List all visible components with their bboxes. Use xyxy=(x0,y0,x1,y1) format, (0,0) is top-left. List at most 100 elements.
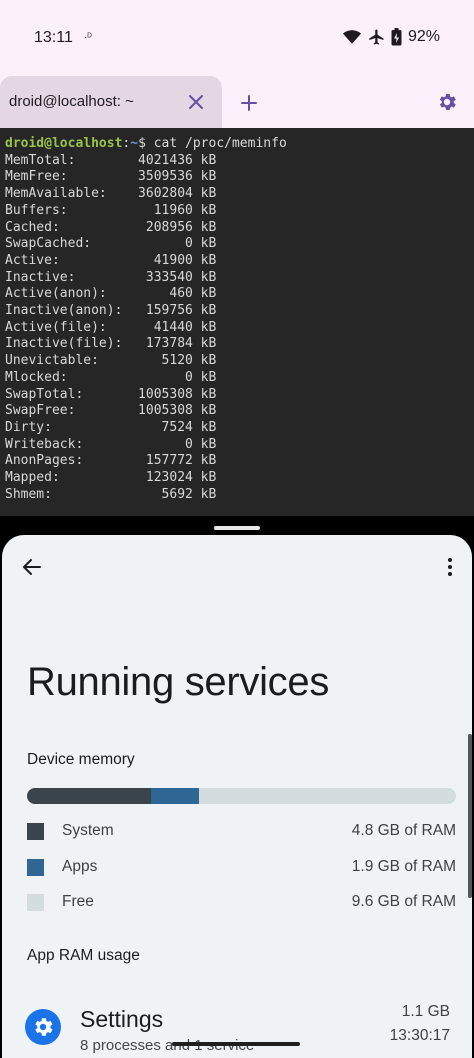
meminfo-key: SwapTotal: xyxy=(5,386,131,402)
legend-label-free: Free xyxy=(62,893,94,910)
terminal-tab-bar: droid@localhost: ~ xyxy=(0,76,474,128)
meminfo-value: 0 kB xyxy=(130,369,217,385)
meminfo-value: 3602804 kB xyxy=(130,186,217,202)
meminfo-value: 173784 kB xyxy=(130,336,217,352)
meminfo-key: Dirty: xyxy=(5,419,131,435)
meminfo-value: 7524 kB xyxy=(130,419,217,435)
meminfo-value: 157772 kB xyxy=(130,453,217,469)
back-arrow-icon[interactable] xyxy=(20,555,44,579)
terminal-line: Mlocked: 0 kB xyxy=(5,370,474,387)
terminal-line: Dirty: 7524 kB xyxy=(5,420,474,437)
terminal-prompt-line: droid@localhost:~$ cat /proc/meminfo xyxy=(5,136,474,153)
page-title: Running services xyxy=(27,660,330,704)
meminfo-key: Inactive(file): xyxy=(5,336,131,352)
legend-swatch-system xyxy=(27,823,44,840)
terminal-app: 13:11 ·ᴰ 92% droid@localhost: ~ droid@lo… xyxy=(0,0,474,523)
meminfo-key: Mapped: xyxy=(5,470,131,486)
gesture-nav-handle[interactable] xyxy=(172,1042,300,1046)
meminfo-key: Active: xyxy=(5,252,131,268)
meminfo-key: MemTotal: xyxy=(5,152,131,168)
meminfo-key: MemAvailable: xyxy=(5,186,131,202)
meminfo-key: MemFree: xyxy=(5,169,131,185)
split-screen-divider xyxy=(0,516,474,536)
terminal-line: Inactive(file): 173784 kB xyxy=(5,336,474,353)
settings-app-icon xyxy=(25,1009,61,1045)
close-icon[interactable] xyxy=(186,92,206,112)
terminal-line: AnonPages: 157772 kB xyxy=(5,453,474,470)
settings-app: Running services Device memory System 4.… xyxy=(2,535,472,1058)
gear-icon[interactable] xyxy=(436,91,458,113)
terminal-line: MemTotal: 4021436 kB xyxy=(5,153,474,170)
terminal-line: Inactive(anon): 159756 kB xyxy=(5,303,474,320)
legend-label-system: System xyxy=(62,822,114,839)
meminfo-value: 333540 kB xyxy=(130,269,217,285)
terminal-lines: MemTotal: 4021436 kB MemFree: 3509536 kB M… xyxy=(5,153,474,504)
terminal-line: Shmem: 5692 kB xyxy=(5,487,474,504)
meminfo-key: Shmem: xyxy=(5,486,131,502)
terminal-tab-label: droid@localhost: ~ xyxy=(9,93,134,110)
meminfo-value: 1005308 kB xyxy=(130,403,217,419)
meminfo-key: SwapCached: xyxy=(5,236,131,252)
airplane-icon xyxy=(369,29,384,45)
meminfo-value: 41900 kB xyxy=(130,252,217,268)
list-item-settings-app[interactable]: Settings 8 processes and 1 service 1.1 G… xyxy=(2,997,472,1058)
meminfo-value: 3509536 kB xyxy=(130,169,217,185)
meminfo-value: 0 kB xyxy=(130,236,217,252)
status-bar: 13:11 ·ᴰ 92% xyxy=(0,0,474,76)
more-vert-icon[interactable] xyxy=(438,555,462,579)
meminfo-value: 208956 kB xyxy=(130,219,217,235)
legend-swatch-free xyxy=(27,894,44,911)
terminal-line: MemAvailable: 3602804 kB xyxy=(5,186,474,203)
terminal-line: Inactive: 333540 kB xyxy=(5,270,474,287)
app-running-time: 13:30:17 xyxy=(389,1027,450,1044)
legend-value-apps: 1.9 GB of RAM xyxy=(351,858,456,875)
meminfo-key: Active(file): xyxy=(5,319,131,335)
meminfo-key: Cached: xyxy=(5,219,131,235)
terminal-line: MemFree: 3509536 kB xyxy=(5,169,474,186)
legend-value-free: 9.6 GB of RAM xyxy=(351,893,456,910)
legend-label-apps: Apps xyxy=(62,858,98,875)
meminfo-key: Active(anon): xyxy=(5,286,131,302)
meminfo-value: 11960 kB xyxy=(130,202,217,218)
meminfo-key: Writeback: xyxy=(5,436,131,452)
memory-bar-system xyxy=(27,788,152,804)
meminfo-value: 123024 kB xyxy=(130,470,217,486)
terminal-tab[interactable]: droid@localhost: ~ xyxy=(0,76,222,128)
meminfo-key: SwapFree: xyxy=(5,403,131,419)
meminfo-value: 460 kB xyxy=(130,286,217,302)
meminfo-key: Unevictable: xyxy=(5,353,131,369)
terminal-line: Unevictable: 5120 kB xyxy=(5,353,474,370)
scrollbar[interactable] xyxy=(468,734,472,898)
terminal-line: Buffers: 11960 kB xyxy=(5,203,474,220)
terminal-line: Cached: 208956 kB xyxy=(5,220,474,237)
legend-value-system: 4.8 GB of RAM xyxy=(351,822,456,839)
terminal-line: SwapTotal: 1005308 kB xyxy=(5,387,474,404)
meminfo-value: 0 kB xyxy=(130,436,217,452)
terminal-output[interactable]: droid@localhost:~$ cat /proc/meminfo MemT… xyxy=(0,128,474,516)
terminal-command: cat /proc/meminfo xyxy=(153,136,287,151)
status-icons: 92% xyxy=(342,28,440,46)
wifi-icon xyxy=(342,30,361,44)
meminfo-key: Inactive: xyxy=(5,269,131,285)
meminfo-key: Buffers: xyxy=(5,202,131,218)
meminfo-key: Inactive(anon): xyxy=(5,303,131,319)
app-name: Settings xyxy=(80,1006,164,1032)
section-heading-app-ram: App RAM usage xyxy=(27,947,140,964)
terminal-line: SwapCached: 0 kB xyxy=(5,236,474,253)
status-time: 13:11 xyxy=(34,29,73,46)
legend-row-free: Free 9.6 GB of RAM xyxy=(27,892,456,912)
meminfo-value: 5120 kB xyxy=(130,353,217,369)
legend-swatch-apps xyxy=(27,859,44,876)
split-screen-handle[interactable] xyxy=(214,526,260,530)
meminfo-key: AnonPages: xyxy=(5,453,131,469)
terminal-line: Active(file): 41440 kB xyxy=(5,320,474,337)
memory-usage-bar xyxy=(27,788,456,804)
battery-charging-icon xyxy=(391,28,402,46)
prompt-path: ~ xyxy=(130,136,139,151)
meminfo-value: 1005308 kB xyxy=(130,386,217,402)
terminal-line: Active(anon): 460 kB xyxy=(5,286,474,303)
memory-bar-apps xyxy=(151,788,199,804)
meminfo-value: 159756 kB xyxy=(130,303,217,319)
terminal-line: SwapFree: 1005308 kB xyxy=(5,403,474,420)
add-icon[interactable] xyxy=(238,92,260,114)
